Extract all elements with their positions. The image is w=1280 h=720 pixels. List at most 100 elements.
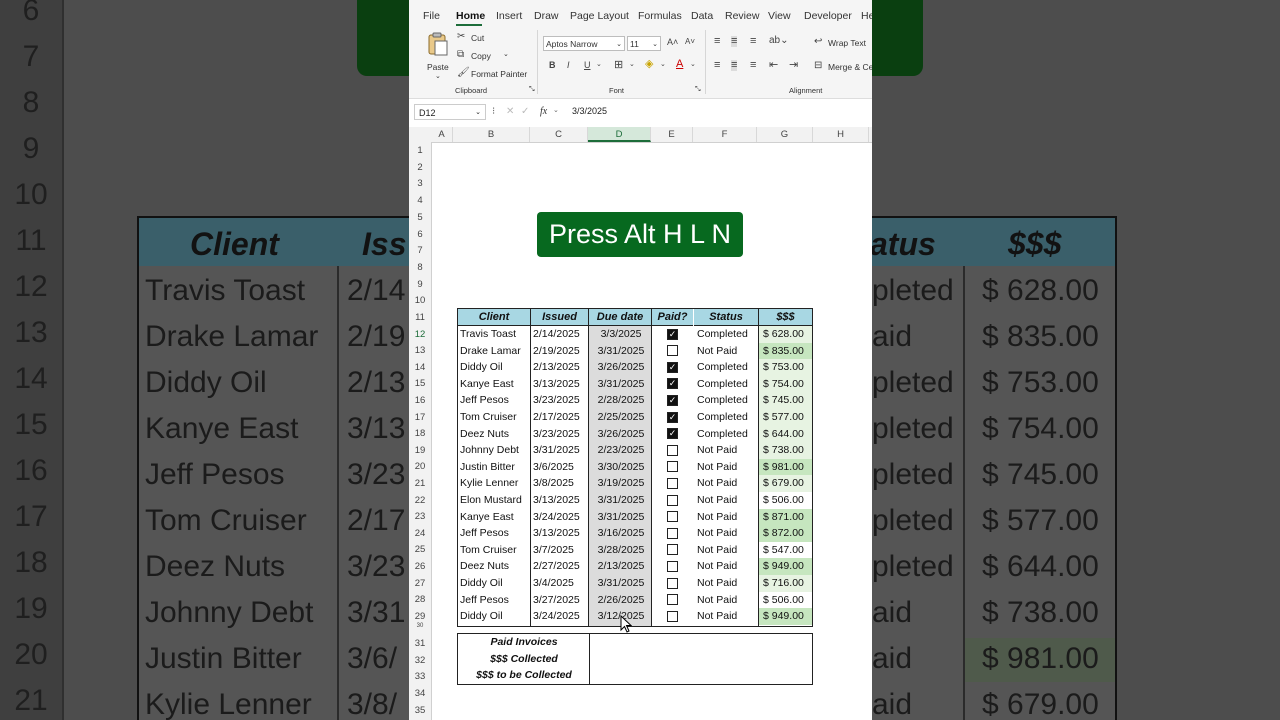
row-header-20[interactable]: 20: [409, 461, 431, 472]
issued-cell[interactable]: 2/17/2025: [533, 409, 589, 426]
paid-checkbox[interactable]: ✓: [667, 428, 678, 440]
status-cell[interactable]: Not Paid: [697, 509, 757, 526]
row-header-2[interactable]: 2: [409, 162, 431, 173]
bold-button[interactable]: B: [549, 61, 556, 70]
align-right-icon[interactable]: ≡: [750, 60, 756, 71]
borders-dropdown-icon[interactable]: ⌄: [629, 61, 635, 68]
menu-tab-review[interactable]: Review: [725, 10, 759, 22]
row-header-25[interactable]: 25: [409, 544, 431, 555]
paid-checkbox[interactable]: [667, 345, 678, 357]
menu-tab-draw[interactable]: Draw: [534, 10, 559, 22]
menu-tab-developer[interactable]: Developer: [804, 10, 852, 22]
row-header-26[interactable]: 26: [409, 561, 431, 572]
amount-cell[interactable]: $ 644.00: [763, 426, 813, 443]
row-header-27[interactable]: 27: [409, 578, 431, 589]
borders-icon[interactable]: ⊞: [614, 60, 623, 71]
row-header-28[interactable]: 28: [409, 594, 431, 605]
paid-checkbox[interactable]: [667, 594, 678, 606]
row-header-5[interactable]: 5: [409, 212, 431, 223]
paid-checkbox[interactable]: [667, 577, 678, 589]
paid-checkbox[interactable]: ✓: [667, 394, 678, 406]
row-header-3[interactable]: 3: [409, 178, 431, 189]
amount-cell[interactable]: $ 716.00: [763, 575, 813, 592]
client-cell[interactable]: Diddy Oil: [460, 608, 530, 625]
row-header-23[interactable]: 23: [409, 511, 431, 522]
issued-cell[interactable]: 3/24/2025: [533, 509, 589, 526]
client-cell[interactable]: Jeff Pesos: [460, 525, 530, 542]
column-header-a[interactable]: A: [431, 127, 453, 142]
status-cell[interactable]: Completed: [697, 359, 757, 376]
status-cell[interactable]: Not Paid: [697, 542, 757, 559]
fill-dropdown-icon[interactable]: ⌄: [660, 61, 666, 68]
row-header-31[interactable]: 31: [409, 638, 431, 649]
issued-cell[interactable]: 3/23/2025: [533, 392, 589, 409]
paid-checkbox[interactable]: [667, 444, 678, 456]
row-header-24[interactable]: 24: [409, 528, 431, 539]
due-date-cell[interactable]: 3/3/2025: [591, 326, 651, 343]
client-cell[interactable]: Travis Toast: [460, 326, 530, 343]
row-header-21[interactable]: 21: [409, 478, 431, 489]
row-header-8[interactable]: 8: [409, 262, 431, 273]
decrease-font-icon[interactable]: A˅: [685, 38, 695, 46]
row-header-1[interactable]: 1: [409, 145, 431, 156]
font-name-field[interactable]: Aptos Narrow ⌄: [543, 36, 625, 51]
status-cell[interactable]: Not Paid: [697, 492, 757, 509]
row-header-14[interactable]: 14: [409, 362, 431, 373]
status-cell[interactable]: Not Paid: [697, 608, 757, 625]
copy-button[interactable]: ⧉ Copy ⌄: [457, 50, 517, 64]
client-cell[interactable]: Drake Lamar: [460, 343, 530, 360]
fill-color-icon[interactable]: ◈: [645, 59, 653, 70]
row-header-30[interactable]: 30: [409, 623, 431, 629]
font-color-dropdown-icon[interactable]: ⌄: [690, 61, 696, 68]
due-date-cell[interactable]: 3/28/2025: [591, 542, 651, 559]
status-cell[interactable]: Not Paid: [697, 442, 757, 459]
client-cell[interactable]: Kanye East: [460, 509, 530, 526]
due-date-cell[interactable]: 3/31/2025: [591, 492, 651, 509]
more-options-icon[interactable]: ⁝: [492, 106, 495, 117]
due-date-cell[interactable]: 3/31/2025: [591, 343, 651, 360]
menu-tab-view[interactable]: View: [768, 10, 791, 22]
paid-checkbox[interactable]: [667, 477, 678, 489]
paid-checkbox[interactable]: [667, 544, 678, 556]
status-cell[interactable]: Not Paid: [697, 592, 757, 609]
issued-cell[interactable]: 3/13/2025: [533, 376, 589, 393]
amount-cell[interactable]: $ 835.00: [763, 343, 813, 360]
menu-tab-insert[interactable]: Insert: [496, 10, 522, 22]
client-cell[interactable]: Kylie Lenner: [460, 475, 530, 492]
status-cell[interactable]: Completed: [697, 326, 757, 343]
row-header-32[interactable]: 32: [409, 655, 431, 666]
column-header-h[interactable]: H: [813, 127, 869, 142]
amount-cell[interactable]: $ 949.00: [763, 608, 813, 625]
row-header-17[interactable]: 17: [409, 412, 431, 423]
paid-checkbox[interactable]: ✓: [667, 361, 678, 373]
issued-cell[interactable]: 3/13/2025: [533, 525, 589, 542]
row-header-11[interactable]: 11: [409, 312, 431, 323]
row-header-9[interactable]: 9: [409, 279, 431, 290]
paid-checkbox[interactable]: ✓: [667, 411, 678, 423]
clipboard-launcher-icon[interactable]: ⤡: [529, 86, 535, 94]
paid-checkbox[interactable]: [667, 461, 678, 473]
client-cell[interactable]: Deez Nuts: [460, 558, 530, 575]
column-header-d[interactable]: D: [588, 127, 651, 142]
menu-tab-home[interactable]: Home: [456, 10, 485, 22]
paid-checkbox[interactable]: [667, 527, 678, 539]
amount-cell[interactable]: $ 745.00: [763, 392, 813, 409]
client-cell[interactable]: Kanye East: [460, 376, 530, 393]
row-header-12[interactable]: 12: [409, 329, 431, 340]
due-date-cell[interactable]: 2/26/2025: [591, 592, 651, 609]
issued-cell[interactable]: 3/8/2025: [533, 475, 589, 492]
due-date-cell[interactable]: 3/16/2025: [591, 525, 651, 542]
amount-cell[interactable]: $ 872.00: [763, 525, 813, 542]
cut-button[interactable]: ✂ Cut: [457, 32, 517, 46]
due-date-cell[interactable]: 3/31/2025: [591, 575, 651, 592]
paid-checkbox[interactable]: [667, 610, 678, 622]
due-date-cell[interactable]: 3/26/2025: [591, 359, 651, 376]
paste-button[interactable]: Paste ⌄: [425, 32, 451, 82]
issued-cell[interactable]: 2/27/2025: [533, 558, 589, 575]
status-cell[interactable]: Completed: [697, 392, 757, 409]
status-cell[interactable]: Completed: [697, 376, 757, 393]
status-cell[interactable]: Not Paid: [697, 459, 757, 476]
font-color-icon[interactable]: A: [676, 59, 683, 70]
issued-cell[interactable]: 3/27/2025: [533, 592, 589, 609]
due-date-cell[interactable]: 2/28/2025: [591, 392, 651, 409]
